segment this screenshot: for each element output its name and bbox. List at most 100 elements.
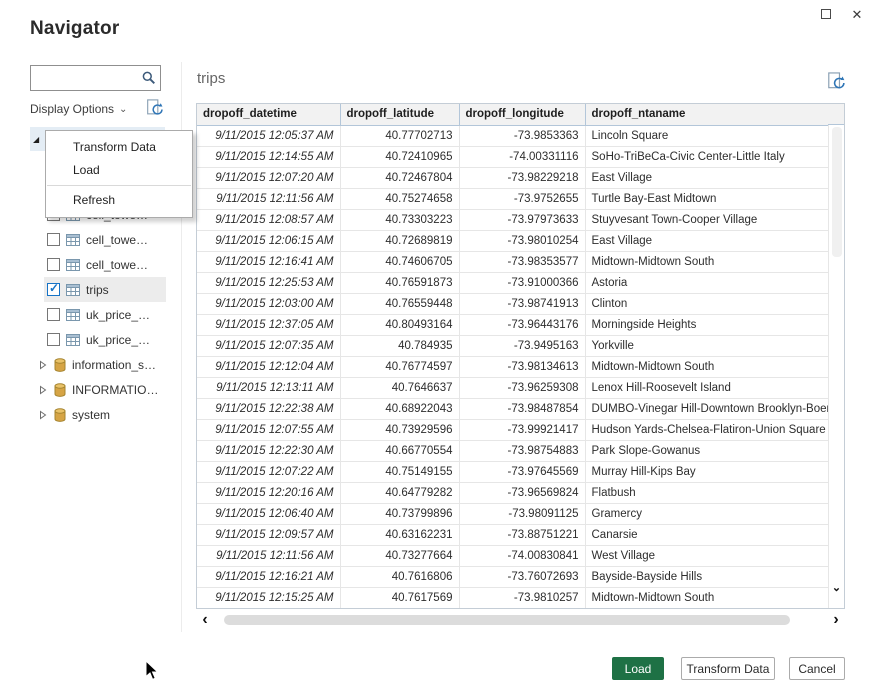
refresh-preview-icon[interactable] [827, 72, 846, 91]
cell-dropoff-latitude: 40.73929596 [340, 419, 459, 440]
horizontal-scrollbar-thumb[interactable] [224, 615, 790, 625]
cell-dropoff-datetime: 9/11/2015 12:07:20 AM [197, 167, 340, 188]
menu-item-refresh[interactable]: Refresh [46, 189, 192, 212]
cell-dropoff-ntaname: Midtown-Midtown South [585, 587, 829, 608]
cell-dropoff-ntaname: SoHo-TriBeCa-Civic Center-Little Italy [585, 146, 829, 167]
table-row: 9/11/2015 12:20:16 AM 40.64779282 -73.96… [197, 482, 829, 503]
search-input[interactable] [31, 71, 138, 85]
cell-dropoff-longitude: -73.98229218 [459, 167, 585, 188]
cell-dropoff-latitude: 40.72689819 [340, 230, 459, 251]
cell-dropoff-latitude: 40.63162231 [340, 524, 459, 545]
cell-dropoff-ntaname: Morningside Heights [585, 314, 829, 335]
menu-item-load[interactable]: Load [46, 159, 192, 182]
cell-dropoff-datetime: 9/11/2015 12:22:38 AM [197, 398, 340, 419]
table-row: 9/11/2015 12:06:40 AM 40.73799896 -73.98… [197, 503, 829, 524]
cell-dropoff-ntaname: Turtle Bay-East Midtown [585, 188, 829, 209]
tree-item-database[interactable]: information_s… [30, 352, 175, 377]
cell-dropoff-latitude: 40.74606705 [340, 251, 459, 272]
window-controls: ✕ [818, 6, 865, 22]
cell-dropoff-datetime: 9/11/2015 12:15:25 AM [197, 587, 340, 608]
cancel-button[interactable]: Cancel [789, 657, 845, 680]
cell-dropoff-ntaname: Park Slope-Gowanus [585, 440, 829, 461]
cell-dropoff-datetime: 9/11/2015 12:11:56 AM [197, 188, 340, 209]
data-grid: dropoff_datetime dropoff_latitude dropof… [197, 104, 830, 609]
cell-dropoff-longitude: -73.96443176 [459, 314, 585, 335]
horizontal-scrollbar[interactable]: ‹ › [196, 611, 845, 629]
maximize-button[interactable] [818, 6, 834, 22]
cell-dropoff-ntaname: Hudson Yards-Chelsea-Flatiron-Union Squa… [585, 419, 829, 440]
tree-item-table[interactable]: cell_towe… [44, 227, 166, 252]
cell-dropoff-ntaname: Canarsie [585, 524, 829, 545]
load-button[interactable]: Load [612, 657, 664, 680]
database-icon [54, 383, 66, 397]
checkbox[interactable] [47, 308, 60, 321]
preview-title: trips [197, 70, 225, 87]
display-options-dropdown[interactable]: Display Options ⌄ [30, 99, 165, 119]
cell-dropoff-longitude: -73.98741913 [459, 293, 585, 314]
scroll-right-icon[interactable]: › [827, 611, 845, 629]
cell-dropoff-longitude: -73.9752655 [459, 188, 585, 209]
checkbox[interactable] [47, 233, 60, 246]
table-row: 9/11/2015 12:06:15 AM 40.72689819 -73.98… [197, 230, 829, 251]
cell-dropoff-datetime: 9/11/2015 12:03:00 AM [197, 293, 340, 314]
refresh-list-icon[interactable] [146, 99, 164, 117]
tree-item-database[interactable]: INFORMATIO… [30, 377, 175, 402]
tree-item-database[interactable]: system [30, 402, 175, 427]
vertical-scrollbar-thumb[interactable] [832, 127, 842, 257]
table-row: 9/11/2015 12:09:57 AM 40.63162231 -73.88… [197, 524, 829, 545]
tree-item-table[interactable]: cell_towe… [44, 252, 166, 277]
cell-dropoff-latitude: 40.73799896 [340, 503, 459, 524]
close-button[interactable]: ✕ [849, 6, 865, 22]
cell-dropoff-ntaname: Astoria [585, 272, 829, 293]
table-row: 9/11/2015 12:37:05 AM 40.80493164 -73.96… [197, 314, 829, 335]
tree-list: cell_towe… cell_towe… cell_towe… [30, 202, 175, 427]
expand-arrow-icon[interactable] [39, 385, 48, 395]
tree-item-label: cell_towe… [86, 233, 148, 247]
menu-item-transform-data[interactable]: Transform Data [46, 136, 192, 159]
cell-dropoff-datetime: 9/11/2015 12:12:04 AM [197, 356, 340, 377]
table-icon [66, 334, 80, 346]
cell-dropoff-latitude: 40.72467804 [340, 167, 459, 188]
column-header: dropoff_datetime [197, 104, 340, 125]
checkbox[interactable] [47, 258, 60, 271]
tree-item-label: system [72, 408, 110, 422]
cell-dropoff-datetime: 9/11/2015 12:16:21 AM [197, 566, 340, 587]
cell-dropoff-latitude: 40.72410965 [340, 146, 459, 167]
table-row: 9/11/2015 12:11:56 AM 40.73277664 -74.00… [197, 545, 829, 566]
cell-dropoff-datetime: 9/11/2015 12:09:57 AM [197, 524, 340, 545]
table-row: 9/11/2015 12:16:21 AM 40.7616806 -73.760… [197, 566, 829, 587]
database-icon [54, 408, 66, 422]
scroll-down-icon[interactable]: ⌄ [829, 581, 844, 594]
checkbox[interactable] [47, 333, 60, 346]
expand-arrow-icon[interactable] [39, 410, 48, 420]
cell-dropoff-latitude: 40.7617569 [340, 587, 459, 608]
cell-dropoff-longitude: -73.9810257 [459, 587, 585, 608]
expand-arrow-icon[interactable] [39, 360, 48, 370]
cell-dropoff-datetime: 9/11/2015 12:22:30 AM [197, 440, 340, 461]
tree-item-label: INFORMATIO… [72, 383, 158, 397]
search-icon[interactable] [138, 71, 160, 85]
tree-item-table[interactable]: trips [44, 277, 166, 302]
vertical-scrollbar[interactable]: ⌄ [828, 125, 844, 608]
menu-separator [47, 185, 191, 186]
table-row: 9/11/2015 12:05:37 AM 40.77702713 -73.98… [197, 125, 829, 146]
cell-dropoff-longitude: -73.88751221 [459, 524, 585, 545]
scroll-left-icon[interactable]: ‹ [196, 611, 214, 629]
cell-dropoff-longitude: -73.9853363 [459, 125, 585, 146]
tree-item-table[interactable]: uk_price_… [44, 327, 166, 352]
tree-item-label: uk_price_… [86, 333, 150, 347]
navigator-dialog: { "window": { "title": "Navigator" }, "s… [0, 0, 873, 691]
collapse-triangle-icon: ◢ [33, 135, 39, 144]
database-icon [54, 358, 66, 372]
cell-dropoff-longitude: -73.97645569 [459, 461, 585, 482]
display-options-label: Display Options [30, 102, 114, 116]
cell-dropoff-datetime: 9/11/2015 12:07:35 AM [197, 335, 340, 356]
cell-dropoff-datetime: 9/11/2015 12:16:41 AM [197, 251, 340, 272]
tree-item-label: trips [86, 283, 109, 297]
tree-item-table[interactable]: uk_price_… [44, 302, 166, 327]
transform-data-button[interactable]: Transform Data [681, 657, 775, 680]
table-row: 9/11/2015 12:08:57 AM 40.73303223 -73.97… [197, 209, 829, 230]
checkbox[interactable] [47, 283, 60, 296]
cell-dropoff-longitude: -73.98010254 [459, 230, 585, 251]
cell-dropoff-datetime: 9/11/2015 12:07:22 AM [197, 461, 340, 482]
